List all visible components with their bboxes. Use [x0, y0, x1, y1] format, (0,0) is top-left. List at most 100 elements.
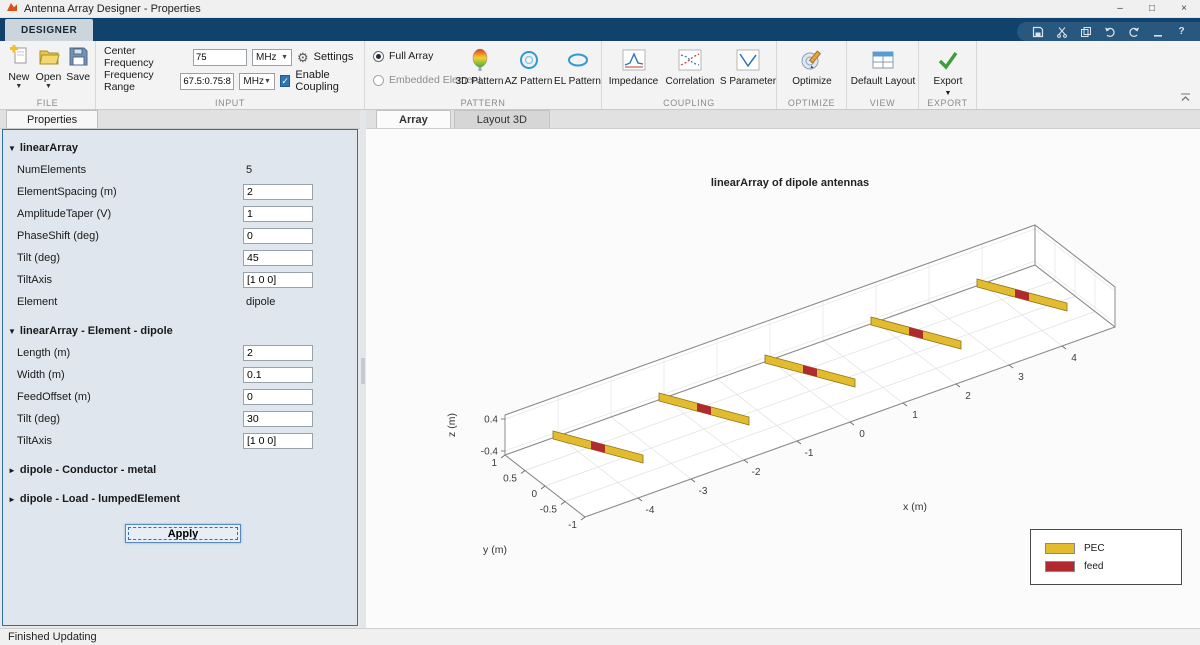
frequency-range-unit-select[interactable]: MHz ▼ [239, 72, 275, 90]
legend-label-pec: PEC [1084, 542, 1105, 554]
property-input[interactable] [243, 411, 313, 427]
undo-icon[interactable] [1103, 25, 1116, 38]
section-coupling: Impedance Correlation S Parameter COUPLI… [602, 41, 777, 109]
open-icon [38, 45, 60, 70]
property-value: 5 [246, 164, 253, 176]
el-pattern-button[interactable]: EL Pattern [553, 45, 602, 87]
x-tick [637, 497, 643, 502]
toolstrip-filler [977, 41, 1200, 109]
property-section-header[interactable]: ▼ linearArray [3, 137, 357, 159]
section-label-view: VIEW [869, 98, 896, 108]
property-label: Width (m) [17, 369, 65, 381]
expanded-arrow-icon: ▼ [8, 143, 16, 153]
legend-item-pec: PEC [1045, 542, 1181, 554]
x-tick-label: -3 [699, 486, 708, 497]
property-section-header[interactable]: ► dipole - Load - lumpedElement [3, 488, 357, 510]
az-pattern-button[interactable]: AZ Pattern [504, 45, 553, 87]
cut-icon[interactable] [1055, 25, 1068, 38]
property-label: dipole - Load - lumpedElement [19, 493, 181, 505]
collapsed-arrow-icon: ► [8, 465, 16, 475]
minimize-ribbon-icon[interactable] [1151, 25, 1164, 38]
save-icon[interactable] [1031, 25, 1044, 38]
collapse-ribbon-button[interactable] [1179, 92, 1192, 105]
save-button[interactable]: Save [65, 45, 91, 90]
maximize-button[interactable]: □ [1136, 0, 1168, 17]
close-button[interactable]: × [1168, 0, 1200, 17]
x-tick [1008, 364, 1014, 369]
section-label-export: EXPORT [927, 98, 968, 108]
export-button[interactable]: Export ▼ [922, 45, 974, 97]
matlab-app-icon [6, 1, 18, 16]
center-frequency-unit-select[interactable]: MHz ▼ [252, 48, 292, 66]
property-row: Width (m) [3, 364, 357, 386]
property-input[interactable] [243, 228, 313, 244]
correlation-button[interactable]: Correlation [661, 45, 719, 87]
property-label: linearArray - Element - dipole [19, 325, 173, 337]
property-input[interactable] [243, 184, 313, 200]
x-tick-label: -4 [646, 505, 655, 516]
z-tick-label: 0.4 [484, 415, 498, 426]
tab-array[interactable]: Array [376, 110, 451, 128]
tab-designer[interactable]: DESIGNER [5, 19, 94, 41]
property-input[interactable] [243, 345, 313, 361]
section-view: Default Layout VIEW [847, 41, 919, 109]
s-parameter-icon [735, 47, 761, 73]
3d-pattern-label: 3D Pattern [455, 76, 504, 87]
legend-swatch-pec [1045, 542, 1075, 554]
x-tick [902, 402, 908, 407]
impedance-button[interactable]: Impedance [606, 45, 661, 87]
z-axis-label: z (m) [446, 413, 458, 437]
property-label: dipole - Conductor - metal [19, 464, 157, 476]
y-tick-label: -0.5 [540, 505, 558, 516]
section-input: Center Frequency MHz ▼ ⚙ Settings Freque… [96, 41, 365, 109]
help-icon[interactable]: ? [1175, 25, 1188, 38]
default-layout-button[interactable]: Default Layout [849, 45, 917, 87]
property-input[interactable] [243, 367, 313, 383]
center-frequency-input[interactable] [193, 48, 247, 66]
default-layout-icon [870, 47, 896, 73]
property-row: FeedOffset (m) [3, 386, 357, 408]
frequency-range-input[interactable] [180, 72, 235, 90]
redo-icon[interactable] [1127, 25, 1140, 38]
tab-layout-3d[interactable]: Layout 3D [453, 110, 550, 128]
enable-coupling-checkbox[interactable]: ✓ [279, 75, 291, 87]
property-row: Tilt (deg) [3, 247, 357, 269]
caret-down-icon: ▼ [263, 77, 271, 85]
property-input[interactable] [243, 250, 313, 266]
window-controls: – □ × [1104, 0, 1200, 17]
optimize-button[interactable]: Optimize [785, 45, 839, 87]
property-label: Element [17, 296, 58, 308]
copy-icon[interactable] [1079, 25, 1092, 38]
s-parameter-button[interactable]: S Parameter [719, 45, 777, 87]
minimize-button[interactable]: – [1104, 0, 1136, 17]
section-label-coupling: COUPLING [663, 98, 715, 108]
property-input[interactable] [243, 206, 313, 222]
y-tick-label: 0 [531, 489, 537, 500]
property-row: ElementSpacing (m) [3, 181, 357, 203]
legend-swatch-feed [1045, 560, 1075, 572]
property-label: PhaseShift (deg) [17, 230, 99, 242]
impedance-label: Impedance [608, 76, 659, 87]
expanded-arrow-icon: ▼ [8, 326, 16, 336]
tab-properties[interactable]: Properties [6, 110, 99, 128]
section-label-file: FILE [36, 98, 59, 108]
open-button[interactable]: Open ▼ [36, 45, 61, 90]
apply-button[interactable]: Apply [125, 524, 241, 543]
property-input[interactable] [243, 433, 313, 449]
property-input[interactable] [243, 272, 313, 288]
radio-selected-icon [373, 50, 384, 62]
property-section-header[interactable]: ► dipole - Conductor - metal [3, 459, 357, 481]
property-row: NumElements 5 [3, 159, 357, 181]
3d-pattern-button[interactable]: 3D Pattern [455, 45, 504, 87]
x-tick-label: 0 [859, 429, 865, 440]
el-pattern-label: EL Pattern [554, 76, 601, 87]
property-section-header[interactable]: ▼ linearArray - Element - dipole [3, 320, 357, 342]
plot-region: Array Layout 3D -4 -3 -2 -1 0 1 2 3 4 1 0.5 0 -0.5 -1… [366, 110, 1200, 628]
new-button[interactable]: New ▼ [6, 44, 32, 90]
property-input[interactable] [243, 389, 313, 405]
settings-button[interactable]: Settings [314, 51, 354, 63]
toolstrip: New ▼ Open ▼ Save FILE Center Frequency … [0, 41, 1200, 110]
x-tick-label: -1 [805, 448, 814, 459]
plot-title: linearArray of dipole antennas [711, 177, 869, 189]
impedance-icon [621, 47, 647, 73]
